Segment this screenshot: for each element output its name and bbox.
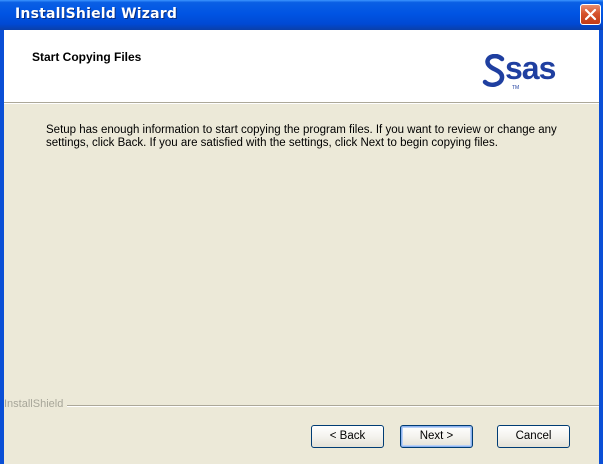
window-frame-right <box>599 30 603 464</box>
footer-divider-highlight <box>4 406 599 407</box>
close-icon <box>584 8 597 21</box>
instruction-text: Setup has enough information to start co… <box>46 124 557 149</box>
title-bar[interactable]: InstallShield Wizard <box>0 0 603 30</box>
sas-logo: sas TM <box>482 48 592 94</box>
next-button[interactable]: Next > <box>400 425 473 448</box>
back-button[interactable]: < Back <box>311 425 384 448</box>
header-divider-highlight <box>4 103 599 104</box>
logo-trademark: TM <box>512 85 520 91</box>
page-title: Start Copying Files <box>32 50 142 64</box>
window-title: InstallShield Wizard <box>15 6 178 22</box>
cancel-button[interactable]: Cancel <box>497 425 570 448</box>
installshield-brand-label: InstallShield <box>4 398 68 410</box>
wizard-header: Start Copying Files sas TM <box>4 30 599 102</box>
logo-text: sas <box>505 50 556 86</box>
installshield-window: InstallShield Wizard Start Copying Files… <box>0 0 603 464</box>
close-button[interactable] <box>580 4 601 25</box>
